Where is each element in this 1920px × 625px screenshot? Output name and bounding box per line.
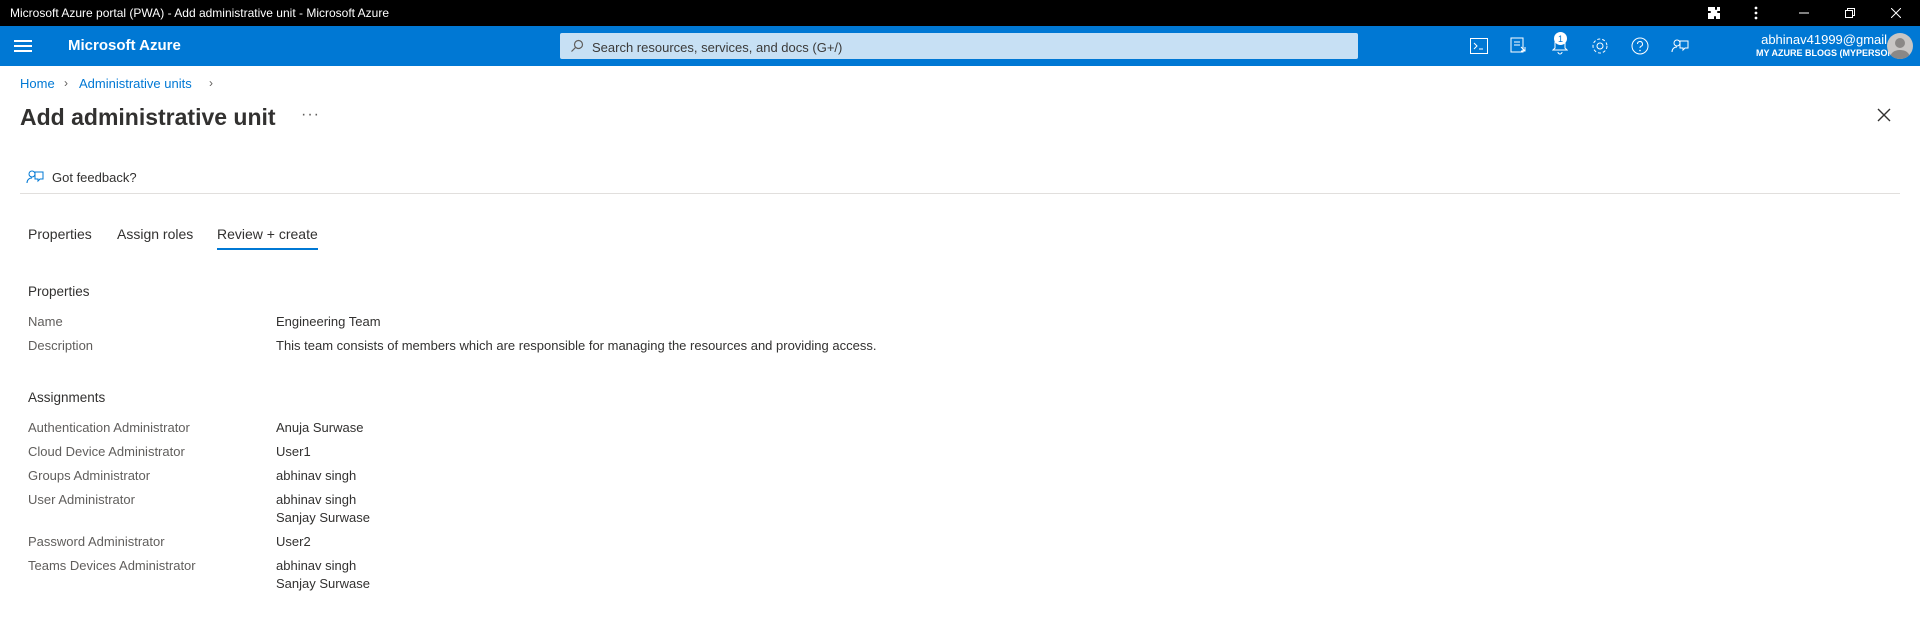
search-input[interactable]	[590, 33, 1344, 61]
window-titlebar: Microsoft Azure portal (PWA) - Add admin…	[0, 0, 1920, 26]
breadcrumb-chevron-icon: ›	[64, 76, 68, 90]
global-search[interactable]	[560, 33, 1358, 61]
breadcrumb-chevron-icon: ›	[209, 76, 213, 90]
assignment-user: User2	[276, 534, 311, 549]
brand-name[interactable]: Microsoft Azure	[68, 37, 181, 54]
search-icon	[571, 39, 584, 52]
assignment-user: abhinav singh	[276, 492, 357, 507]
account-email: abhinav41999@gmail.c...	[1761, 32, 1908, 47]
assignment-role: Cloud Device Administrator	[28, 444, 185, 459]
tab-assign-roles[interactable]: Assign roles	[117, 226, 193, 242]
assignment-user: Sanjay Surwase	[276, 576, 370, 591]
assignment-role: Teams Devices Administrator	[28, 558, 196, 573]
more-options-icon[interactable]: ···	[301, 106, 320, 124]
breadcrumb-home[interactable]: Home	[20, 76, 55, 91]
name-label: Name	[28, 314, 63, 329]
assignment-role: User Administrator	[28, 492, 135, 507]
assignment-role: Password Administrator	[28, 534, 165, 549]
avatar[interactable]	[1887, 33, 1913, 59]
cloud-shell-icon[interactable]	[1469, 36, 1489, 56]
window-close-icon[interactable]	[1882, 3, 1910, 23]
directory-filter-icon[interactable]	[1509, 36, 1529, 56]
assignment-user: abhinav singh	[276, 468, 357, 483]
name-value: Engineering Team	[276, 314, 381, 329]
toolbar-divider	[20, 193, 1900, 194]
properties-heading: Properties	[28, 284, 90, 299]
description-value: This team consists of members which are …	[276, 338, 877, 353]
tab-review-create[interactable]: Review + create	[217, 226, 318, 250]
hamburger-menu-icon[interactable]	[14, 37, 32, 55]
assignment-user: User1	[276, 444, 311, 459]
description-label: Description	[28, 338, 94, 353]
close-blade-icon[interactable]	[1874, 105, 1894, 125]
assignment-user: Sanjay Surwase	[276, 510, 370, 525]
assignments-heading: Assignments	[28, 390, 106, 405]
more-menu-icon[interactable]	[1742, 3, 1770, 23]
extensions-icon[interactable]	[1700, 3, 1728, 23]
portal-header: Microsoft Azure 1 abhinav41999@gmail.c..…	[0, 26, 1920, 66]
window-title: Microsoft Azure portal (PWA) - Add admin…	[10, 6, 390, 20]
assignment-user: abhinav singh	[276, 558, 357, 573]
assignment-user: Anuja Surwase	[276, 420, 364, 435]
settings-gear-icon[interactable]	[1590, 36, 1610, 56]
tab-properties[interactable]: Properties	[28, 226, 92, 242]
assignment-role: Authentication Administrator	[28, 420, 190, 435]
minimize-icon[interactable]	[1790, 3, 1818, 23]
notification-count-badge: 1	[1554, 32, 1567, 45]
account-tenant: MY AZURE BLOGS (MYPERSONA...	[1755, 48, 1908, 58]
help-icon[interactable]	[1630, 36, 1650, 56]
feedback-icon[interactable]	[1670, 36, 1690, 56]
assignment-role: Groups Administrator	[28, 468, 151, 483]
feedback-person-icon	[26, 170, 44, 184]
got-feedback-label: Got feedback?	[52, 170, 137, 185]
page-title: Add administrative unit	[20, 104, 276, 130]
restore-icon[interactable]	[1836, 3, 1864, 23]
breadcrumb-administrative-units[interactable]: Administrative units	[79, 76, 192, 91]
